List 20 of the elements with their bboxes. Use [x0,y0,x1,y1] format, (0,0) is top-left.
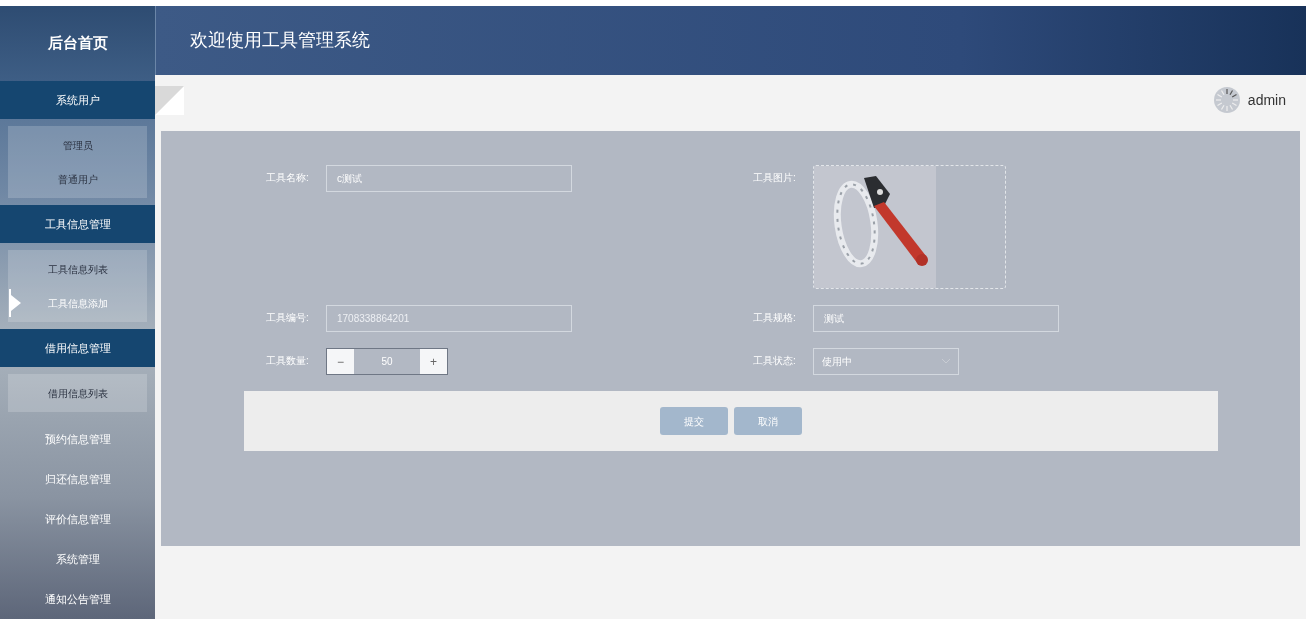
menu-group[interactable]: 工具信息管理 [0,205,155,243]
menu-group[interactable]: 归还信息管理 [0,459,155,499]
minus-button[interactable]: − [327,349,354,374]
menu-group[interactable]: 借用信息管理 [0,329,155,367]
header-title: 欢迎使用工具管理系统 [155,6,1306,75]
quantity-value: 50 [380,355,394,369]
submenu-item[interactable]: 工具信息列表 [8,252,147,286]
menu-group[interactable]: 系统管理 [0,539,155,579]
menu-group[interactable]: 通知公告管理 [0,579,155,619]
select-value: 使用中 [822,355,852,369]
submenu-item[interactable]: 普通用户 [8,162,147,196]
submenu-item[interactable]: 借用信息列表 [8,376,147,410]
menu-group[interactable]: 预约信息管理 [0,419,155,459]
plus-button[interactable]: + [420,349,447,374]
user-name[interactable]: admin [1247,89,1286,111]
menu-group[interactable]: 评价信息管理 [0,499,155,539]
field-label: 工具编号: [266,311,310,325]
submenu-item[interactable]: 管理员 [8,128,147,162]
menu-group[interactable]: 系统用户 [0,81,155,119]
sidebar-title: 后台首页 [0,6,155,81]
